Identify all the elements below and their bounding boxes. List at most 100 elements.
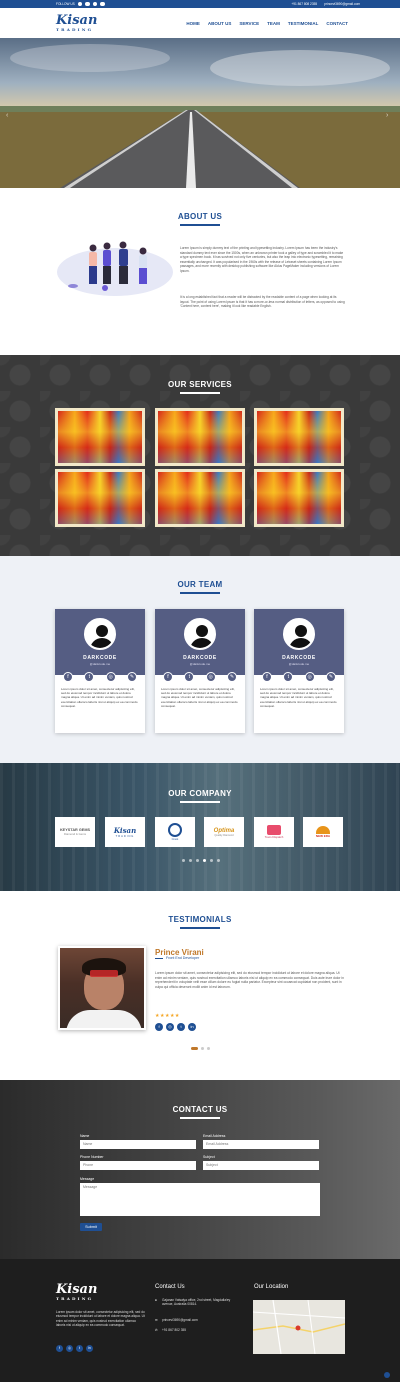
- topbar-email[interactable]: princevi3690@gmail.com: [324, 2, 360, 6]
- testimonial-quote: Lorem ipsum dolor sit amet, consectetur …: [155, 971, 344, 989]
- nav-menu: HOME ABOUT US SERVICE TEAM TESTIMONIAL C…: [186, 21, 348, 26]
- company-title-underline: [180, 801, 220, 803]
- footer-contact-title: Contact Us: [155, 1284, 185, 1290]
- instagram-icon[interactable]: [85, 1, 90, 7]
- footer-phone[interactable]: +91 867 802 355: [162, 1328, 232, 1332]
- instagram-icon[interactable]: ◎: [304, 672, 315, 682]
- service-card[interactable]: [55, 408, 145, 466]
- facebook-icon[interactable]: f: [56, 1345, 63, 1352]
- member-name: DARKCODE: [282, 655, 316, 661]
- carousel-dot[interactable]: [182, 859, 185, 862]
- email-input[interactable]: Email Address: [203, 1140, 319, 1149]
- follow-label: FOLLOW US: [56, 2, 75, 6]
- message-textarea[interactable]: Message: [80, 1183, 320, 1216]
- service-card[interactable]: [155, 469, 245, 527]
- linkedin-icon[interactable]: [92, 1, 98, 7]
- contact-title: CONTACT US: [172, 1105, 228, 1114]
- nav-home[interactable]: HOME: [186, 21, 200, 26]
- carousel-dot[interactable]: [217, 859, 220, 862]
- top-bar: FOLLOW US +91 867 808 2355 princevi3690@…: [0, 0, 400, 8]
- phone-input[interactable]: Phone: [80, 1161, 196, 1170]
- slider-next-icon[interactable]: ›: [386, 112, 394, 120]
- member-bio: Lorem ipsum dolor sit amet, consectetur …: [260, 687, 337, 708]
- testimonials-title: TESTIMONIALS: [168, 915, 232, 924]
- carousel-dot[interactable]: [210, 859, 213, 862]
- facebook-icon[interactable]: f: [155, 1023, 163, 1031]
- linkedin-icon[interactable]: in: [86, 1345, 93, 1352]
- company-logo[interactable]: Tours Dispatch: [254, 817, 294, 847]
- member-name: DARKCODE: [83, 655, 117, 661]
- crest-icon: [168, 823, 182, 837]
- company-logo[interactable]: KEYSTAR GEMS Diamond & Gems: [55, 817, 95, 847]
- scroll-top-button[interactable]: [384, 1372, 390, 1378]
- message-label: Message: [80, 1177, 95, 1181]
- subject-input[interactable]: Subject: [203, 1161, 319, 1170]
- link-icon[interactable]: ✎: [226, 672, 237, 682]
- team-title-underline: [180, 592, 220, 594]
- footer-logo[interactable]: Kisan TRADING: [56, 1283, 97, 1300]
- contact-section: CONTACT US: [0, 1080, 400, 1259]
- name-input[interactable]: Name: [80, 1140, 196, 1149]
- avatar: [184, 618, 216, 650]
- facebook-icon[interactable]: f: [163, 672, 173, 682]
- link-icon[interactable]: ✎: [126, 672, 137, 682]
- location-map[interactable]: [253, 1300, 345, 1354]
- testimonial-dot[interactable]: [201, 1047, 204, 1050]
- testimonials-title-underline: [180, 927, 220, 929]
- carousel-dot[interactable]: [196, 859, 199, 862]
- company-logo[interactable]: Kisan TRADING: [105, 817, 145, 847]
- sunrise-icon: [316, 826, 330, 834]
- twitter-icon[interactable]: [100, 1, 105, 7]
- testimonial-socials: f ◎ t in: [155, 1023, 196, 1031]
- testimonial-dot-active[interactable]: [191, 1047, 198, 1050]
- service-card[interactable]: [254, 469, 344, 527]
- carousel-dot[interactable]: [189, 859, 192, 862]
- footer-socials: f ◎ t in: [56, 1345, 93, 1352]
- team-member-card: DARKCODE @darkcode.me f t ◎ ✎ Lorem ipsu…: [254, 609, 344, 733]
- twitter-icon[interactable]: t: [177, 1023, 185, 1031]
- brand-tagline: TRADING: [56, 26, 94, 32]
- twitter-icon[interactable]: t: [76, 1345, 83, 1352]
- company-logo[interactable]: NEW ERA: [303, 817, 343, 847]
- facebook-icon[interactable]: f: [262, 672, 272, 682]
- service-card[interactable]: [55, 469, 145, 527]
- role-dash: [155, 958, 163, 959]
- instagram-icon[interactable]: ◎: [205, 672, 216, 682]
- instagram-icon[interactable]: ◎: [105, 672, 116, 682]
- carousel-dot-active[interactable]: [203, 859, 206, 862]
- twitter-icon[interactable]: t: [283, 672, 294, 682]
- company-logo[interactable]: Crest: [155, 817, 195, 847]
- submit-button[interactable]: Submit: [80, 1223, 102, 1231]
- nav-contact[interactable]: CONTACT: [326, 21, 348, 26]
- nav-team[interactable]: TEAM: [267, 21, 280, 26]
- about-title: ABOUT US: [177, 212, 223, 221]
- team-section: OUR TEAM DARKCODE @darkcode.me f t ◎ ✎ L…: [0, 556, 400, 763]
- company-logo[interactable]: Optima Quality Diamond: [204, 817, 244, 847]
- instagram-icon[interactable]: ◎: [166, 1023, 174, 1031]
- facebook-icon[interactable]: f: [63, 672, 73, 682]
- facebook-icon[interactable]: [77, 1, 83, 7]
- member-handle: @darkcode.me: [288, 662, 310, 666]
- testimonial-dot[interactable]: [207, 1047, 210, 1050]
- link-icon[interactable]: ✎: [325, 672, 336, 682]
- slider-prev-icon[interactable]: ‹: [6, 112, 14, 120]
- service-card[interactable]: [155, 408, 245, 466]
- twitter-icon[interactable]: t: [184, 672, 195, 682]
- about-paragraph-1: Lorem Ipsum is simply dummy text of the …: [180, 246, 344, 273]
- team-member-card: DARKCODE @darkcode.me f t ◎ ✎ Lorem ipsu…: [55, 609, 145, 733]
- social-follow: FOLLOW US: [56, 1, 105, 7]
- brand-logo[interactable]: Kisan TRADING: [56, 14, 97, 32]
- instagram-icon[interactable]: ◎: [66, 1345, 73, 1352]
- linkedin-icon[interactable]: in: [188, 1023, 196, 1031]
- topbar-phone[interactable]: +91 867 808 2355: [291, 2, 317, 6]
- twitter-icon[interactable]: t: [84, 672, 95, 682]
- nav-testimonial[interactable]: TESTIMONIAL: [288, 21, 319, 26]
- footer-email[interactable]: princevi3690@gmail.com: [162, 1318, 232, 1322]
- avatar: [84, 618, 116, 650]
- service-card[interactable]: [254, 408, 344, 466]
- testimonial-role: Front End Developer: [166, 956, 200, 960]
- member-handle: @darkcode.me: [189, 662, 211, 666]
- about-paragraph-2: It is a long established fact that a rea…: [180, 295, 345, 309]
- nav-service[interactable]: SERVICE: [239, 21, 259, 26]
- nav-about[interactable]: ABOUT US: [208, 21, 232, 26]
